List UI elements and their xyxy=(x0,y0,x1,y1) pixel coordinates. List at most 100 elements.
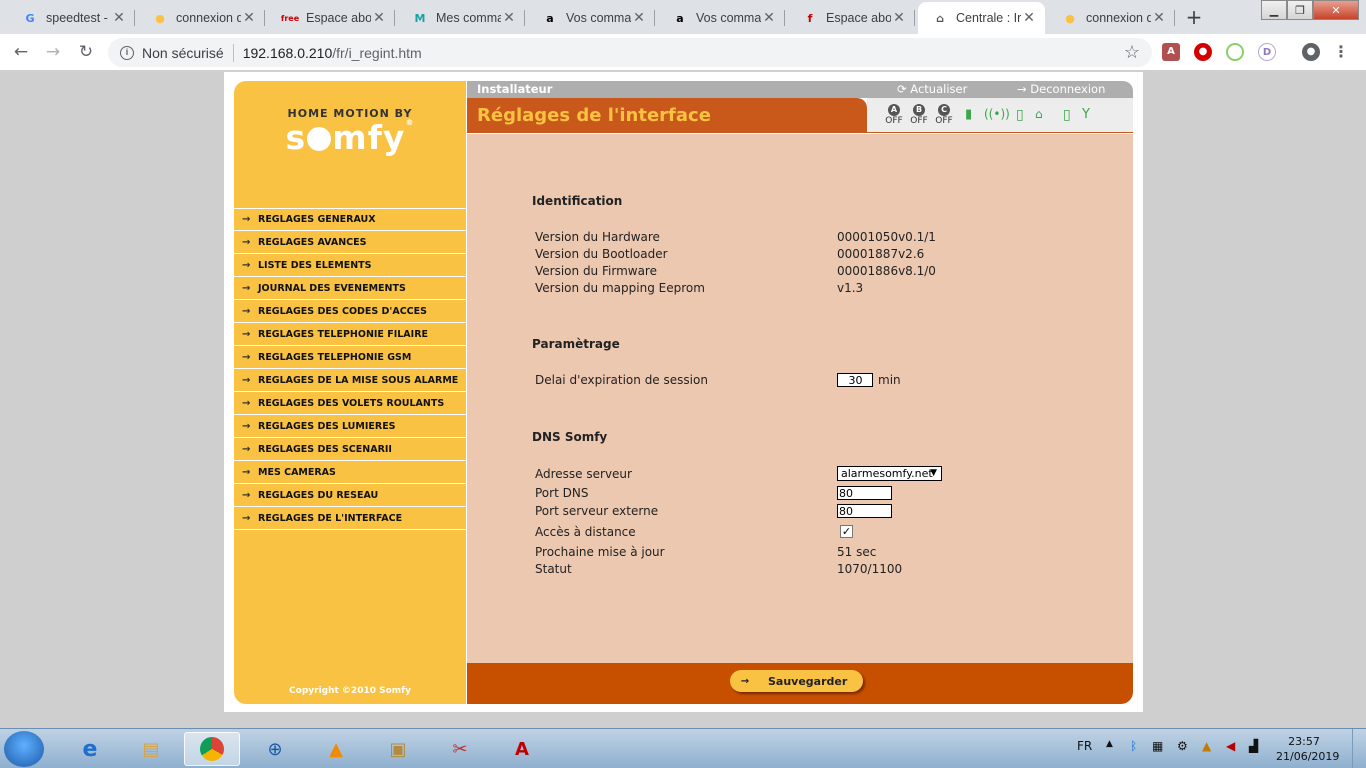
new-tab-button[interactable]: + xyxy=(1182,6,1206,30)
info-icon[interactable]: i xyxy=(120,45,134,60)
vlc-icon[interactable]: ▲ xyxy=(308,732,364,766)
browser-tab[interactable]: f Espace abon✕ xyxy=(788,2,915,34)
browser-tab[interactable]: ⌂ Centrale : Ir ✕ xyxy=(918,2,1045,34)
google-icon: G xyxy=(25,11,35,25)
pdf-extension-icon[interactable]: A xyxy=(1162,43,1180,61)
browser-tab[interactable]: free Espace abon✕ xyxy=(268,2,395,34)
close-tab-icon[interactable]: ✕ xyxy=(241,10,257,26)
amazon-icon: a xyxy=(676,11,684,25)
remote-access-checkbox[interactable]: ✓ xyxy=(840,525,853,538)
internet-explorer-icon[interactable]: e xyxy=(62,732,118,766)
close-tab-icon[interactable]: ✕ xyxy=(891,10,907,26)
browser-tab-strip: Gspeedtest - I ✕ ● connexion d ✕ free Espace a… xyxy=(0,0,1366,34)
logout-link[interactable]: → Deconnexion xyxy=(1017,82,1105,96)
browser-tab[interactable]: Gspeedtest - I ✕ xyxy=(8,2,135,34)
sidebar-menu-label: MES CAMERAS xyxy=(258,466,336,478)
adblock-extension-icon[interactable]: ● xyxy=(1194,43,1212,61)
identification-label: Version du Hardware xyxy=(535,230,660,244)
close-tab-icon[interactable]: ✕ xyxy=(631,10,647,26)
save-button[interactable]: → Sauvegarder xyxy=(730,670,863,692)
browser-tab[interactable]: M Mes comma ✕ xyxy=(398,2,525,34)
address-bar[interactable]: i Non sécurisé 192.168.0.210/fr/i_regint… xyxy=(108,38,1152,67)
next-update-value: 51 sec xyxy=(837,545,877,559)
refresh-icon: ⟳ xyxy=(897,82,911,96)
show-desktop-button[interactable] xyxy=(1352,729,1366,768)
acrobat-icon[interactable]: A xyxy=(494,732,550,766)
photo-viewer-icon[interactable]: ▣ xyxy=(370,732,426,766)
sidebar-menu-item[interactable]: → REGLAGES DES VOLETS ROULANTS xyxy=(234,392,466,415)
identification-value: 00001886v8.1/0 xyxy=(837,264,936,278)
door-icon: ▯ xyxy=(1016,107,1024,123)
file-explorer-icon[interactable]: ▤ xyxy=(123,732,179,766)
window-controls: ▁ ❐ ✕ xyxy=(1261,0,1359,20)
minimize-button[interactable]: ▁ xyxy=(1261,0,1287,20)
close-tab-icon[interactable]: ✕ xyxy=(371,10,387,26)
close-tab-icon[interactable]: ✕ xyxy=(761,10,777,26)
sidebar-menu-item[interactable]: → REGLAGES DE L'INTERFACE xyxy=(234,507,466,530)
snipping-tool-icon[interactable]: ✂ xyxy=(432,732,488,766)
reload-icon[interactable]: ↻ xyxy=(73,40,99,66)
somfy-logo: HOME MOTION BY s mfy® xyxy=(234,107,466,157)
circle-icon: ● xyxy=(155,11,165,25)
browser-tab[interactable]: a Vos comma ✕ xyxy=(658,2,785,34)
close-tab-icon[interactable]: ✕ xyxy=(501,10,517,26)
refresh-link[interactable]: ⟳ Actualiser xyxy=(897,82,967,96)
chrome-icon[interactable] xyxy=(184,732,240,766)
language-indicator[interactable]: FR xyxy=(1077,739,1092,753)
device-icon[interactable]: ▦ xyxy=(1152,739,1163,753)
bookmark-star-icon[interactable]: ☆ xyxy=(1124,42,1140,63)
logo-brand: s mfy® xyxy=(285,118,415,157)
sidebar-menu-item[interactable]: → REGLAGES GENERAUX xyxy=(234,208,466,231)
forward-icon[interactable]: → xyxy=(40,40,66,66)
arrow-right-icon: → xyxy=(242,328,251,340)
tab-separator xyxy=(524,10,525,26)
radio-signal-icon: ((•)) xyxy=(984,107,1010,121)
arrow-right-icon: → xyxy=(242,489,251,501)
port-dns-input[interactable]: 80 xyxy=(837,486,892,500)
maximize-button[interactable]: ❐ xyxy=(1287,0,1313,20)
browser-tab[interactable]: ● connexion d ✕ xyxy=(138,2,265,34)
sidebar-menu-item[interactable]: → REGLAGES TELEPHONIE FILAIRE xyxy=(234,323,466,346)
close-tab-icon[interactable]: ✕ xyxy=(1151,10,1167,26)
sidebar-menu-item[interactable]: → REGLAGES AVANCES xyxy=(234,231,466,254)
show-hidden-icons-icon[interactable]: ▲ xyxy=(1106,739,1113,749)
zone-indicator: C OFF xyxy=(933,104,955,127)
sidebar-menu-item[interactable]: → REGLAGES TELEPHONIE GSM xyxy=(234,346,466,369)
profile-avatar-icon[interactable]: ● xyxy=(1302,43,1320,61)
arrow-right-icon: → xyxy=(242,236,251,248)
tab-title: speedtest - I xyxy=(46,11,111,25)
zone-state: OFF xyxy=(910,116,928,126)
sidebar-menu-item[interactable]: → REGLAGES DES LUMIERES xyxy=(234,415,466,438)
close-tab-icon[interactable]: ✕ xyxy=(1021,10,1037,26)
server-address-select[interactable]: alarmesomfy.net ▼ xyxy=(837,466,942,481)
sidebar-menu-item[interactable]: → JOURNAL DES EVENEMENTS xyxy=(234,277,466,300)
identification-title: Identification xyxy=(532,194,623,208)
sidebar-menu-item[interactable]: → MES CAMERAS xyxy=(234,461,466,484)
settings-content: Identification Version du Hardware 000010… xyxy=(467,134,1133,663)
warning-icon[interactable]: ▲ xyxy=(1202,739,1211,753)
network-signal-icon[interactable]: ▟ xyxy=(1249,739,1258,753)
bluetooth-icon[interactable]: ᛒ xyxy=(1130,739,1137,753)
menu-kebab-icon[interactable]: ⋮ xyxy=(1332,43,1350,61)
back-icon[interactable]: ← xyxy=(8,40,34,66)
close-tab-icon[interactable]: ✕ xyxy=(111,10,127,26)
browser-tab[interactable]: ● connexion d ✕ xyxy=(1048,2,1175,34)
settings-gear-icon[interactable]: ⚙ xyxy=(1177,739,1188,753)
start-button[interactable] xyxy=(4,731,44,767)
sidebar-menu-item[interactable]: → LISTE DES ELEMENTS xyxy=(234,254,466,277)
sidebar-menu-item[interactable]: → REGLAGES DES CODES D'ACCES xyxy=(234,300,466,323)
port-external-input[interactable]: 80 xyxy=(837,504,892,518)
sidebar-menu-item[interactable]: → REGLAGES DES SCENARII xyxy=(234,438,466,461)
d-extension-icon[interactable]: D xyxy=(1258,43,1276,61)
sidebar-menu-label: REGLAGES AVANCES xyxy=(258,236,367,248)
volume-muted-icon[interactable]: ◀ xyxy=(1226,739,1235,753)
session-timeout-input[interactable]: 30 xyxy=(837,373,873,387)
close-window-button[interactable]: ✕ xyxy=(1313,0,1359,20)
browser-tab[interactable]: a Vos comma ✕ xyxy=(528,2,655,34)
magnifier-icon[interactable]: ⊕ xyxy=(247,732,303,766)
arrow-right-icon: → xyxy=(242,259,251,271)
sidebar-menu-item[interactable]: → REGLAGES DE LA MISE SOUS ALARME xyxy=(234,369,466,392)
circle-extension-icon[interactable] xyxy=(1226,43,1244,61)
sidebar-menu-item[interactable]: → REGLAGES DU RESEAU xyxy=(234,484,466,507)
clock[interactable]: 23:57 21/06/2019 xyxy=(1276,734,1339,764)
